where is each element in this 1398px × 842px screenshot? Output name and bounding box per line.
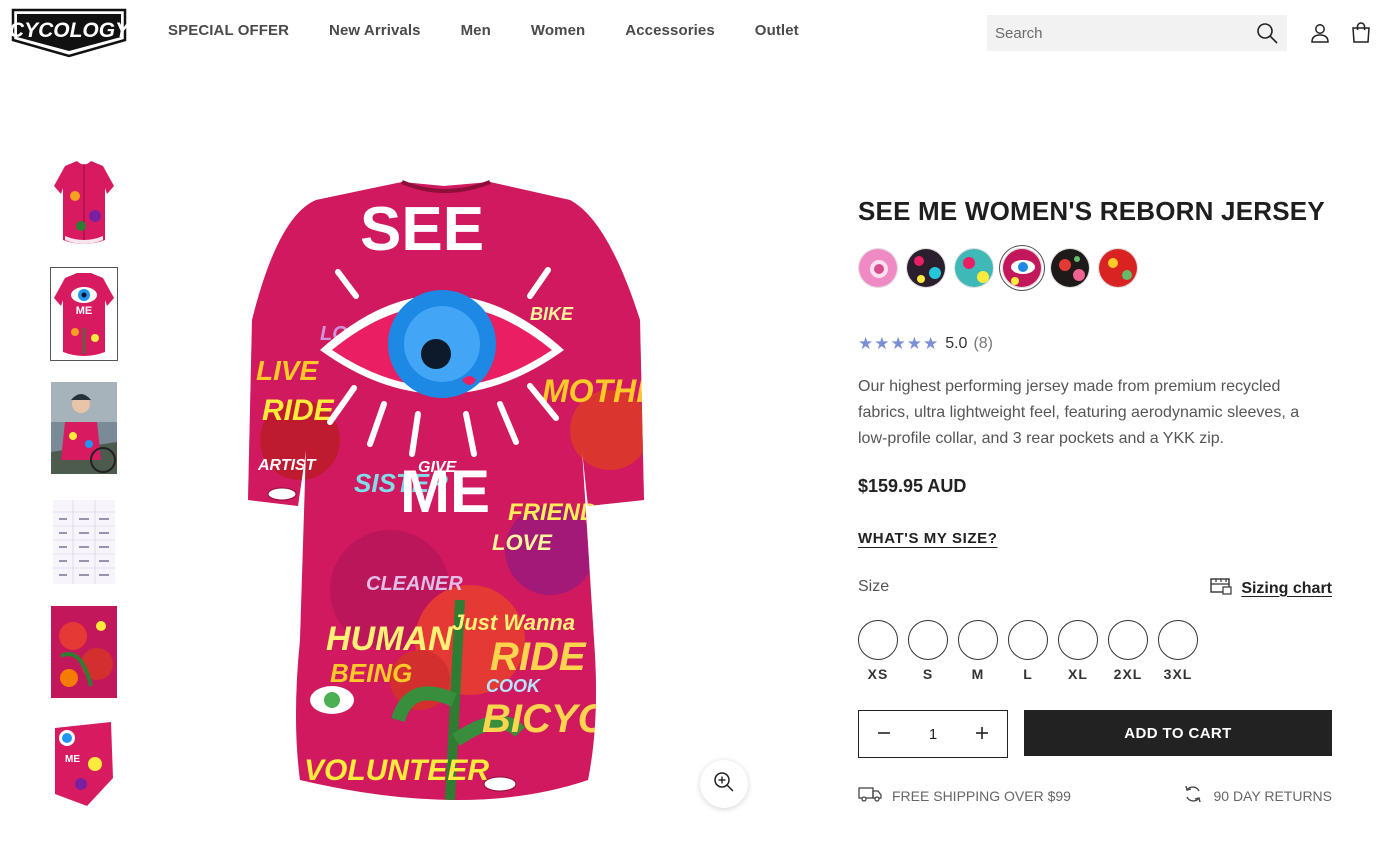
search-input[interactable] bbox=[987, 24, 1237, 42]
jersey-scribble-13: VOLUNTEER bbox=[304, 754, 489, 787]
sizing-chart-link[interactable]: Sizing chart bbox=[1209, 576, 1332, 601]
size-option-xl[interactable]: XL bbox=[1058, 620, 1098, 682]
size-option-3xl[interactable]: 3XL bbox=[1158, 620, 1198, 682]
free-shipping-perk: FREE SHIPPING OVER $99 bbox=[858, 784, 1071, 807]
product-price: $159.95 AUD bbox=[858, 476, 967, 496]
size-text: M bbox=[971, 666, 985, 682]
thumbnail-back[interactable]: ME bbox=[50, 267, 118, 361]
zoom-button[interactable] bbox=[700, 760, 748, 808]
size-radio[interactable] bbox=[858, 620, 898, 660]
size-option-m[interactable]: M bbox=[958, 620, 998, 682]
rating-value: 5.0 bbox=[945, 335, 968, 352]
size-radio[interactable] bbox=[1008, 620, 1048, 660]
swatch-red[interactable] bbox=[1098, 248, 1138, 288]
nav-outlet[interactable]: Outlet bbox=[755, 22, 799, 39]
nav-women[interactable]: Women bbox=[531, 22, 585, 39]
product-description: Our highest performing jersey made from … bbox=[858, 378, 1300, 447]
product-rating[interactable]: ★★★★★ 5.0 (8) bbox=[858, 334, 993, 354]
swatch-teal[interactable] bbox=[954, 248, 994, 288]
swatch-black-floral[interactable] bbox=[906, 248, 946, 288]
logo-text: CYCOLOGY bbox=[10, 19, 128, 42]
size-text: L bbox=[1023, 666, 1033, 682]
minus-icon bbox=[878, 732, 890, 734]
size-radio[interactable] bbox=[1158, 620, 1198, 660]
nav-new-arrivals[interactable]: New Arrivals bbox=[329, 22, 421, 39]
jersey-scribble-11: BICYCLE bbox=[482, 697, 659, 741]
size-text: 3XL bbox=[1163, 666, 1193, 682]
svg-text:ME: ME bbox=[65, 754, 80, 765]
jersey-scribble-5: ARTIST bbox=[257, 457, 317, 474]
swatch-black-roses[interactable] bbox=[1050, 248, 1090, 288]
quantity-decrease-button[interactable] bbox=[873, 721, 895, 747]
main-nav: SPECIAL OFFER New Arrivals Men Women Acc… bbox=[168, 22, 839, 39]
whats-my-size-link[interactable]: WHAT'S MY SIZE? bbox=[858, 530, 998, 547]
rating-count: (8) bbox=[973, 335, 994, 352]
size-text: XS bbox=[867, 666, 889, 682]
thumbnail-detail-collar[interactable]: ME bbox=[51, 718, 117, 810]
nav-men[interactable]: Men bbox=[461, 22, 491, 39]
returns-perk: 90 DAY RETURNS bbox=[1183, 784, 1332, 807]
jersey-scribble-16: Just Wanna bbox=[452, 610, 575, 635]
product-title: SEE ME WOMEN'S REBORN JERSEY bbox=[858, 196, 1325, 226]
jersey-see-text: SEE bbox=[360, 195, 484, 264]
thumbnail-size-table[interactable] bbox=[51, 496, 117, 588]
add-to-cart-button[interactable]: ADD TO CART bbox=[1024, 710, 1332, 756]
jersey-scribble-12: COOK bbox=[486, 676, 542, 696]
size-option-xs[interactable]: XS bbox=[858, 620, 898, 682]
jersey-me-text: ME bbox=[400, 458, 490, 525]
site-header: CYCOLOGY SPECIAL OFFER New Arrivals Men … bbox=[0, 0, 1398, 66]
ruler-icon bbox=[1209, 576, 1233, 601]
cycology-logo[interactable]: CYCOLOGY bbox=[9, 6, 131, 58]
quantity-stepper bbox=[858, 710, 1008, 758]
product-info: SEE ME WOMEN'S REBORN JERSEY ★★★★★ 5.0 (… bbox=[858, 196, 1332, 804]
size-label: Size bbox=[858, 578, 890, 595]
shipping-perks: FREE SHIPPING OVER $99 90 DAY RETURNS bbox=[858, 784, 1332, 807]
swatch-see-me[interactable] bbox=[1002, 248, 1042, 288]
swatch-pink[interactable] bbox=[858, 248, 898, 288]
search-bar bbox=[987, 15, 1287, 51]
size-option-s[interactable]: S bbox=[908, 620, 948, 682]
sizing-chart-label: Sizing chart bbox=[1241, 579, 1332, 597]
thumbnail-front[interactable] bbox=[51, 156, 117, 248]
thumbnail-detail-roses[interactable] bbox=[51, 606, 117, 698]
search-icon[interactable] bbox=[1255, 21, 1279, 45]
size-option-2xl[interactable]: 2XL bbox=[1108, 620, 1148, 682]
size-text: XL bbox=[1068, 666, 1088, 682]
jersey-scribble-14: MOTHER bbox=[542, 373, 681, 409]
size-radio[interactable] bbox=[908, 620, 948, 660]
returns-icon bbox=[1183, 784, 1203, 807]
free-shipping-text: FREE SHIPPING OVER $99 bbox=[892, 787, 1071, 804]
jersey-scribble-1: LIVE bbox=[256, 355, 320, 386]
rating-stars-icon: ★★★★★ bbox=[858, 334, 940, 353]
nav-special-offer[interactable]: SPECIAL OFFER bbox=[168, 22, 289, 39]
size-radio[interactable] bbox=[1058, 620, 1098, 660]
quantity-input[interactable] bbox=[913, 725, 953, 743]
jersey-scribble-4: BIKE bbox=[530, 304, 574, 324]
jersey-scribble-7: FRIEND bbox=[508, 499, 597, 526]
color-swatches bbox=[858, 248, 1138, 288]
size-text: S bbox=[922, 666, 934, 682]
returns-text: 90 DAY RETURNS bbox=[1213, 787, 1332, 804]
jersey-scribble-18: CLEANER bbox=[366, 573, 463, 595]
size-option-l[interactable]: L bbox=[1008, 620, 1048, 682]
jersey-scribble-8: HUMAN bbox=[326, 620, 454, 658]
jersey-scribble-15: LOVE bbox=[492, 530, 553, 555]
size-radio[interactable] bbox=[1108, 620, 1148, 660]
thumbnail-model[interactable] bbox=[51, 382, 117, 474]
quantity-increase-button[interactable] bbox=[971, 721, 993, 747]
size-radio[interactable] bbox=[958, 620, 998, 660]
zoom-icon bbox=[713, 771, 735, 798]
nav-accessories[interactable]: Accessories bbox=[625, 22, 715, 39]
product-main-image[interactable]: LIVE RIDE LOVER BIKE ARTIST SISTER FRIEN… bbox=[170, 120, 770, 820]
size-text: 2XL bbox=[1113, 666, 1143, 682]
svg-text:ME: ME bbox=[76, 305, 93, 317]
truck-icon bbox=[858, 786, 882, 805]
jersey-scribble-2: RIDE bbox=[262, 394, 335, 427]
size-options: XS S M L XL 2XL 3XL bbox=[858, 620, 1198, 682]
cart-icon[interactable] bbox=[1349, 21, 1373, 45]
jersey-scribble-9: BEING bbox=[330, 658, 412, 688]
account-icon[interactable] bbox=[1309, 22, 1331, 44]
jersey-scribble-10: RIDE bbox=[490, 635, 587, 679]
plus-icon bbox=[976, 727, 988, 739]
